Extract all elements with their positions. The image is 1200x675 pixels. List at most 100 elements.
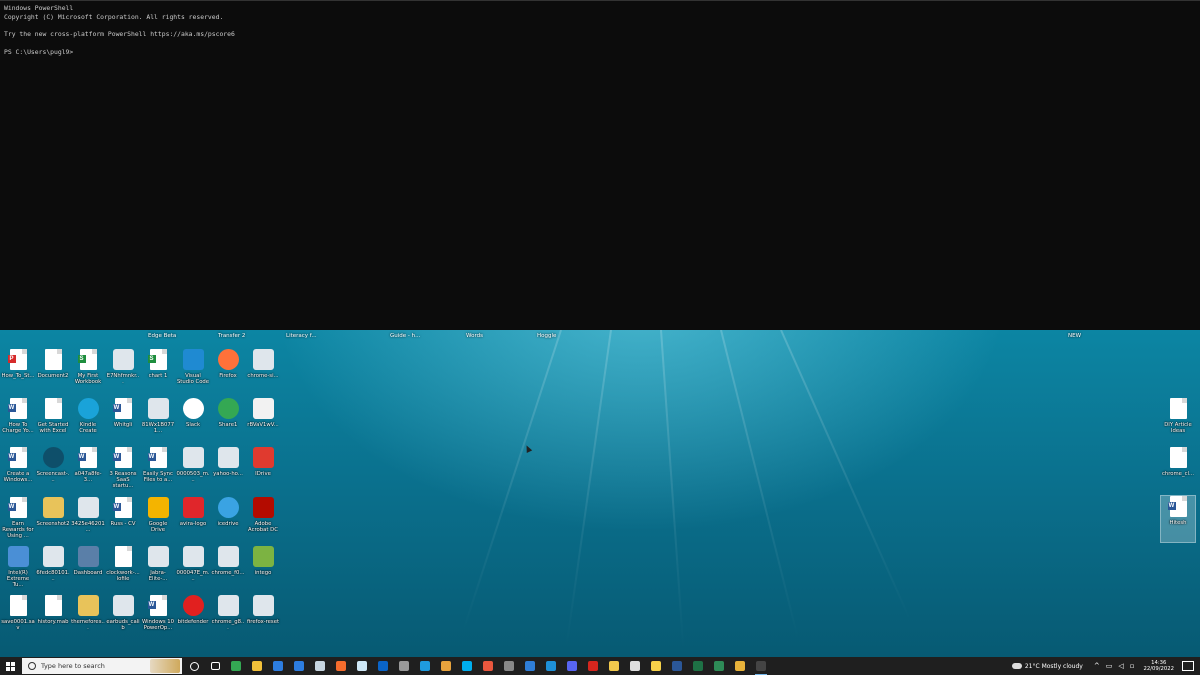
taskbar-app-mail[interactable] xyxy=(290,657,308,675)
desktop-icon[interactable]: 3425e46201... xyxy=(71,496,105,543)
desktop-icon[interactable]: W Earn Rewards for Using ... xyxy=(1,496,35,543)
weather-widget[interactable]: 21°C Mostly cloudy xyxy=(1011,663,1083,670)
desktop-icon[interactable]: IDrive xyxy=(246,447,280,493)
desktop-icon[interactable]: W Easily Sync Files to a... xyxy=(141,447,175,493)
taskbar-app-calculator[interactable] xyxy=(500,657,518,675)
taskbar-app-origin[interactable] xyxy=(332,657,350,675)
desktop-icon[interactable]: Jabra-Elite-... xyxy=(141,545,175,592)
desktop-icon[interactable]: avira-logo xyxy=(176,496,210,543)
desktop-icon[interactable]: bitdefender xyxy=(176,595,210,641)
desktop-icon[interactable]: icedrive xyxy=(211,496,245,543)
network-icon[interactable]: ▭ xyxy=(1106,662,1113,670)
taskbar-search-box[interactable]: Type here to search xyxy=(22,658,182,674)
taskbar-app-snip[interactable] xyxy=(479,657,497,675)
taskbar-app-task-view[interactable] xyxy=(206,657,224,675)
taskbar-app-skype[interactable] xyxy=(458,657,476,675)
taskbar-app-notepad[interactable] xyxy=(353,657,371,675)
hidden-label[interactable]: Literacy f... xyxy=(286,333,317,339)
desktop-icon[interactable]: Share1 xyxy=(211,398,245,444)
desktop-icon-label: 3425e46201... xyxy=(71,520,105,533)
chevron-up-icon[interactable]: ^ xyxy=(1094,662,1100,670)
desktop-icon[interactable]: themefores... xyxy=(71,595,105,641)
hidden-label[interactable]: Guide - h... xyxy=(390,333,420,339)
desktop-icon[interactable]: chrome_g8... xyxy=(211,595,245,641)
desktop-icon[interactable]: save0001.sav xyxy=(1,595,35,641)
taskbar-app-calendar[interactable] xyxy=(269,657,287,675)
taskbar-app-word[interactable] xyxy=(668,657,686,675)
desktop-icon[interactable]: 0000503_m... xyxy=(176,447,210,493)
clock[interactable]: 14:36 22/09/2022 xyxy=(1143,660,1174,673)
taskbar-app-cloud[interactable] xyxy=(374,657,392,675)
desktop-icon[interactable]: Document2 xyxy=(36,349,70,395)
taskbar-app-edge-beta[interactable] xyxy=(710,657,728,675)
desktop-icon[interactable]: Slack xyxy=(176,398,210,444)
desktop-icon[interactable]: W Hitesh xyxy=(1160,495,1196,543)
desktop-icon[interactable]: history.mab xyxy=(36,595,70,641)
desktop-icon[interactable]: firefox-reset xyxy=(246,595,280,641)
desktop-icon[interactable]: chrome-si... xyxy=(246,349,280,395)
chrome-canary-icon xyxy=(735,661,745,671)
taskbar-app-pen[interactable] xyxy=(605,657,623,675)
hidden-label[interactable]: Words xyxy=(466,333,483,339)
desktop-icon[interactable]: Dashboard xyxy=(71,545,105,592)
notification-center-icon[interactable] xyxy=(1182,661,1194,671)
taskbar-app-cortana[interactable] xyxy=(185,657,203,675)
taskbar-app-acrobat[interactable] xyxy=(584,657,602,675)
desktop-icon[interactable]: chrome_f0... xyxy=(211,545,245,592)
desktop-icon[interactable]: Intel(R) Extreme Tu... xyxy=(1,545,35,592)
desktop-icon[interactable]: Screencast-... xyxy=(36,447,70,493)
console-output[interactable]: Windows PowerShell Copyright (C) Microso… xyxy=(0,1,1200,60)
desktop-icon[interactable]: Screenshot2 xyxy=(36,496,70,543)
desktop-icon[interactable]: rBVaV1wV... xyxy=(246,398,280,444)
taskbar-app-chrome-canary[interactable] xyxy=(731,657,749,675)
desktop-icon[interactable]: Get Started with Excel xyxy=(36,398,70,444)
language-icon[interactable]: ▫ xyxy=(1130,662,1135,670)
desktop-icon[interactable]: W Whitgli xyxy=(106,398,140,444)
taskbar-app-excel[interactable] xyxy=(689,657,707,675)
desktop-icon[interactable]: earbuds_calib xyxy=(106,595,140,641)
desktop-icon[interactable]: 000047E_m... xyxy=(176,545,210,592)
taskbar-app-file-explorer[interactable] xyxy=(248,657,266,675)
desktop-icon[interactable]: Visual Studio Code xyxy=(176,349,210,395)
desktop-icon[interactable]: P How_To_St... xyxy=(1,349,35,395)
hidden-label[interactable]: Hoggle xyxy=(537,333,556,339)
desktop-icon[interactable]: W Russ - CV xyxy=(106,496,140,543)
desktop-icon[interactable]: W Windows 10 PowerOp... xyxy=(141,595,175,641)
desktop-icon[interactable]: S My First Workbook xyxy=(71,349,105,395)
taskbar-app-sticky-notes[interactable] xyxy=(647,657,665,675)
hidden-label[interactable]: Edge Beta xyxy=(148,333,176,339)
desktop-icon[interactable]: Google Drive xyxy=(141,496,175,543)
taskbar-app-terminal[interactable] xyxy=(752,657,770,675)
desktop-icon[interactable]: clockwork-... lofile xyxy=(106,545,140,592)
desktop-icon[interactable]: E7Nhfmnkr... xyxy=(106,349,140,395)
desktop-icon[interactable]: Schart 1 xyxy=(141,349,175,395)
hidden-label[interactable]: Transfer 2 xyxy=(218,333,245,339)
desktop-icon[interactable]: intego xyxy=(246,545,280,592)
desktop-icon[interactable]: Wa047a8fe-3... xyxy=(71,447,105,493)
taskbar-app-discord[interactable] xyxy=(563,657,581,675)
taskbar-app-photos[interactable] xyxy=(542,657,560,675)
desktop-icon[interactable]: yahoo-ho... xyxy=(211,447,245,493)
powershell-window[interactable]: Windows PowerShell Copyright (C) Microso… xyxy=(0,0,1200,330)
desktop-icon[interactable]: W 3 Reasons SaaS startu... xyxy=(106,447,140,493)
desktop-icon[interactable]: DIY Article Ideas xyxy=(1161,398,1195,444)
taskbar-app-tool[interactable] xyxy=(395,657,413,675)
taskbar-app-todo[interactable] xyxy=(521,657,539,675)
taskbar-app-steam[interactable] xyxy=(311,657,329,675)
desktop-icon[interactable]: Adobe Acrobat DC xyxy=(246,496,280,543)
taskbar-app-chrome[interactable] xyxy=(227,657,245,675)
desktop-icon[interactable]: Firefox xyxy=(211,349,245,395)
volume-icon[interactable]: ◁ xyxy=(1118,662,1123,670)
desktop-icon[interactable]: 6fedc80101... xyxy=(36,545,70,592)
desktop-icon[interactable]: Kindle Create xyxy=(71,398,105,444)
hidden-label[interactable]: NEW xyxy=(1068,333,1081,339)
console-prompt[interactable]: PS C:\Users\pugl9> xyxy=(4,48,73,56)
start-button[interactable] xyxy=(0,657,20,675)
desktop-icon[interactable]: W How To Charge Yo... xyxy=(1,398,35,444)
desktop-icon[interactable]: chrome_cl... xyxy=(1161,447,1195,493)
desktop-icon[interactable]: 81Wx1B0771... xyxy=(141,398,175,444)
taskbar-app-g[interactable] xyxy=(626,657,644,675)
taskbar-app-edge[interactable] xyxy=(416,657,434,675)
desktop-icon[interactable]: W Create a Windows... xyxy=(1,447,35,493)
taskbar-app-gallery[interactable] xyxy=(437,657,455,675)
